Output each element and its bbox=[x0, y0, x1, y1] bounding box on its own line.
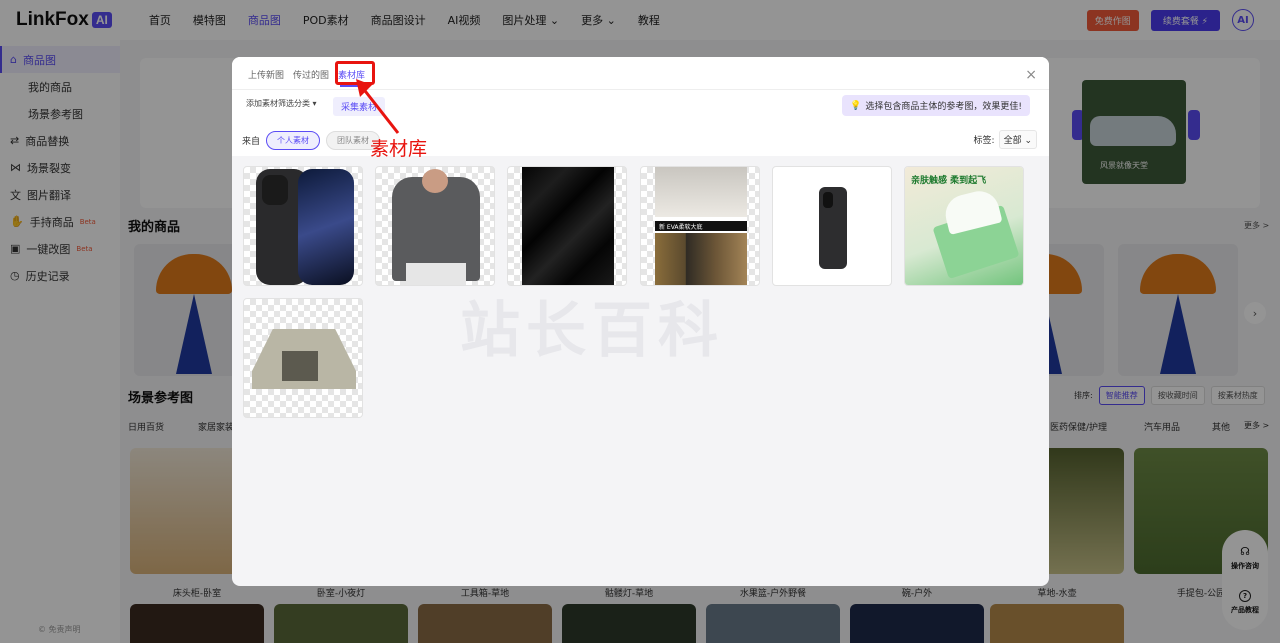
tag-filter: 标签: 全部 ⌄ bbox=[974, 130, 1037, 149]
tab-upload-new[interactable]: 上传新图 bbox=[248, 66, 284, 83]
add-filter-dropdown[interactable]: 添加素材筛选分类 ▾ bbox=[246, 98, 317, 109]
asset-tile-slipper-poster[interactable]: 新 EVA柔软大底 bbox=[640, 166, 760, 286]
chevron-down-icon: ⌄ bbox=[1024, 136, 1032, 146]
tag-select[interactable]: 全部 ⌄ bbox=[998, 130, 1037, 149]
asset-tile-man-tshirt[interactable] bbox=[375, 166, 495, 286]
personal-material-toggle[interactable]: 个人素材 bbox=[266, 131, 321, 150]
close-icon[interactable]: × bbox=[1025, 67, 1037, 83]
annotation-arrow-icon bbox=[356, 79, 400, 134]
asset-tile-tissue-box[interactable]: 亲肤触感 柔到起飞 bbox=[904, 166, 1024, 286]
lightbulb-icon: 💡 bbox=[850, 100, 862, 111]
tab-uploaded[interactable]: 传过的图 bbox=[293, 66, 329, 83]
tip-banner: 💡 选择包含商品主体的参考图，效果更佳! bbox=[842, 95, 1030, 116]
modal-header: 上传新图 传过的图 素材库 × 添加素材筛选分类 ▾ 采集素材 💡 选择包含商品主… bbox=[232, 57, 1049, 160]
asset-picker-modal: 上传新图 传过的图 素材库 × 添加素材筛选分类 ▾ 采集素材 💡 选择包含商品主… bbox=[232, 57, 1049, 586]
asset-tile-black-fabric[interactable] bbox=[507, 166, 627, 286]
annotation-label: 素材库 bbox=[370, 138, 428, 160]
asset-tile-tent[interactable] bbox=[243, 298, 363, 418]
asset-tile-iphone-black[interactable] bbox=[772, 166, 892, 286]
asset-tile-iphone-pair[interactable] bbox=[243, 166, 363, 286]
